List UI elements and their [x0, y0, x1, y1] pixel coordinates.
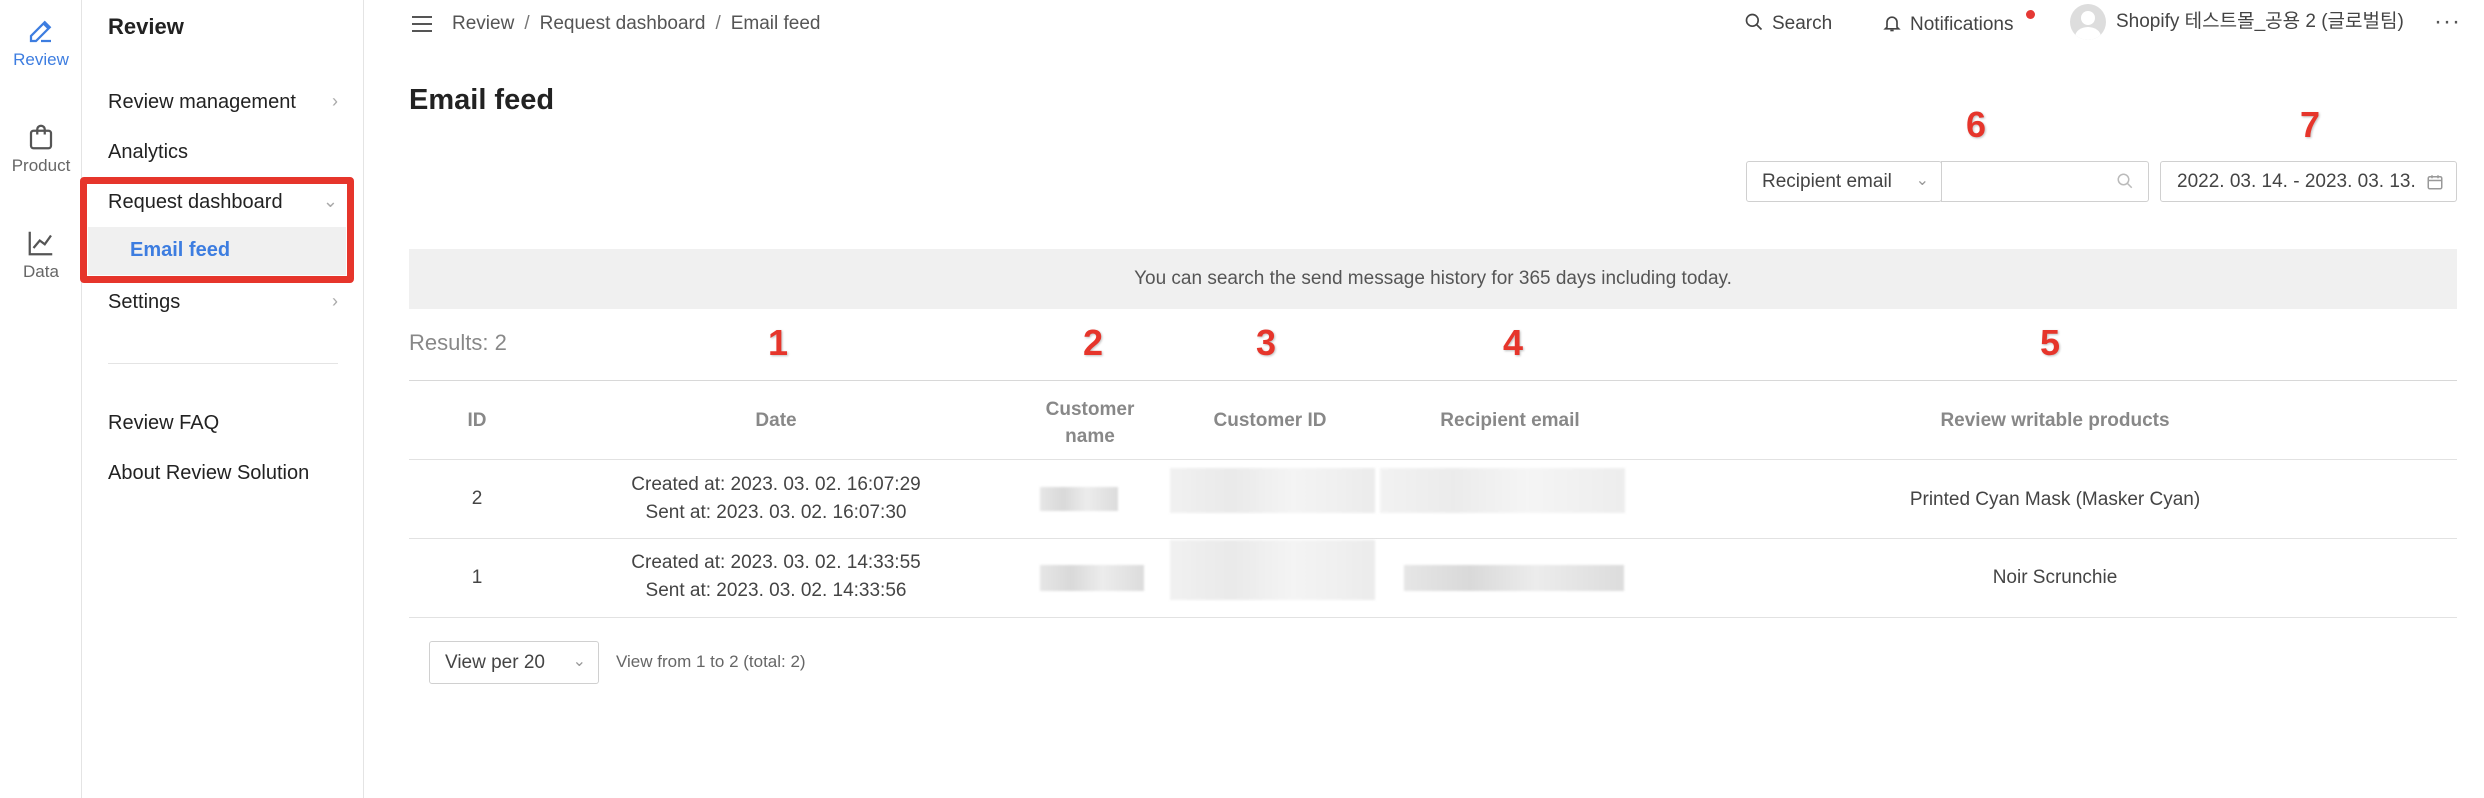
row-divider: [409, 617, 2457, 618]
cell-id: 2: [471, 488, 483, 509]
results-count: Results: 2: [409, 330, 507, 355]
per-page-select[interactable]: View per 20 ⌄: [429, 641, 599, 684]
sidebar-item-review-faq[interactable]: Review FAQ: [108, 412, 338, 435]
sidebar-item-label: About Review Solution: [108, 462, 310, 484]
column-header-products: Review writable products: [1940, 410, 2170, 431]
sidebar-item-settings[interactable]: Settings ›: [108, 291, 338, 314]
annotation-1: 1: [768, 322, 789, 363]
annotation-4: 4: [1503, 322, 1524, 363]
sidebar-item-label: Review management: [108, 91, 296, 113]
sidebar-item-label: Settings: [108, 291, 181, 313]
more-icon[interactable]: ···: [2434, 8, 2461, 36]
sidebar-item-about[interactable]: About Review Solution: [108, 462, 338, 485]
notifications-label: Notifications: [1910, 14, 2014, 35]
column-header-id: ID: [467, 410, 487, 431]
search-button[interactable]: Search: [1744, 12, 1832, 35]
row-divider: [409, 538, 2457, 539]
chevron-down-icon: ⌄: [1915, 172, 1929, 189]
chevron-right-icon: ›: [332, 91, 338, 111]
notifications-button[interactable]: Notifications: [1882, 12, 2014, 36]
info-banner: You can search the send message history …: [409, 249, 2457, 309]
search-label: Search: [1772, 13, 1833, 34]
highlight-box: [80, 177, 354, 283]
column-header-customer-id: Customer ID: [1213, 410, 1327, 431]
column-header-recipient-email: Recipient email: [1440, 410, 1580, 431]
cell-date: Created at: 2023. 03. 02. 14:33:55 Sent …: [576, 549, 976, 605]
sidebar-item-label: Analytics: [108, 141, 189, 163]
rail-item-product[interactable]: Product: [0, 122, 82, 176]
icon-rail: Review Product Data: [0, 0, 82, 798]
redacted-customer-name: [1040, 487, 1118, 511]
cell-sent-at: Sent at: 2023. 03. 02. 14:33:56: [645, 580, 907, 601]
table-header-divider: [409, 459, 2457, 460]
cell-id: 1: [471, 567, 483, 588]
cell-created-at: Created at: 2023. 03. 02. 16:07:29: [631, 474, 921, 495]
redacted-customer-id: [1170, 468, 1375, 513]
rail-item-data[interactable]: Data: [0, 228, 82, 282]
search-icon: [1745, 13, 1763, 31]
breadcrumb-item[interactable]: Review: [452, 13, 514, 34]
pagination-range: View from 1 to 2 (total: 2): [616, 652, 806, 671]
annotation-6: 6: [1966, 104, 1987, 145]
annotation-3: 3: [1256, 322, 1277, 363]
breadcrumb-item[interactable]: Request dashboard: [540, 13, 706, 34]
column-header-customer-name-line1: Customer: [1045, 399, 1135, 420]
avatar: [2070, 4, 2106, 40]
chevron-down-icon: ⌄: [572, 653, 586, 670]
redacted-customer-name: [1040, 565, 1144, 591]
per-page-label: View per 20: [445, 652, 545, 673]
annotation-7: 7: [2300, 104, 2321, 145]
page-title: Email feed: [409, 84, 555, 116]
bag-icon: [29, 124, 53, 150]
sidebar-item-label: Review FAQ: [108, 412, 220, 434]
redacted-recipient-email: [1380, 468, 1625, 513]
search-icon: [2117, 173, 2133, 189]
annotation-5: 5: [2040, 322, 2061, 363]
sidebar: Review Review management › Analytics Req…: [82, 0, 364, 798]
filter-field-label: Recipient email: [1762, 171, 1892, 192]
chart-line-icon: [28, 231, 53, 256]
date-range-value: 2022. 03. 14. - 2023. 03. 13.: [2177, 171, 2416, 192]
filter-field-select[interactable]: Recipient email ⌄: [1746, 161, 1942, 202]
breadcrumb: Review / Request dashboard / Email feed: [452, 13, 821, 34]
user-label: Shopify 테스트몰_공용 2 (글로벌팀): [2116, 11, 2404, 33]
annotation-2: 2: [1083, 322, 1104, 363]
rail-label-review: Review: [13, 50, 69, 69]
redacted-recipient-email: [1404, 565, 1624, 591]
topbar: Review / Request dashboard / Email feed Sear…: [364, 0, 2484, 48]
cell-product: Noir Scrunchie: [1992, 567, 2118, 588]
cell-date: Created at: 2023. 03. 02. 16:07:29 Sent …: [576, 471, 976, 527]
date-range-picker[interactable]: 2022. 03. 14. - 2023. 03. 13.: [2160, 161, 2457, 202]
column-header-customer-name-line2: name: [1065, 426, 1115, 447]
rail-label-data: Data: [23, 262, 59, 281]
sidebar-divider: [108, 363, 338, 364]
sidebar-item-review-management[interactable]: Review management ›: [108, 91, 338, 114]
rail-label-product: Product: [11, 156, 71, 175]
table-top-border: [409, 380, 2457, 381]
cell-sent-at: Sent at: 2023. 03. 02. 16:07:30: [645, 502, 907, 523]
bell-icon: [1883, 16, 1901, 32]
cell-created-at: Created at: 2023. 03. 02. 14:33:55: [631, 552, 921, 573]
sidebar-title: Review: [108, 14, 184, 39]
column-header-customer-name: Customer name: [1030, 396, 1150, 450]
cell-product: Printed Cyan Mask (Masker Cyan): [1909, 489, 2201, 510]
breadcrumb-item: Email feed: [730, 13, 821, 34]
notification-dot: [2026, 10, 2035, 19]
user-menu[interactable]: Shopify 테스트몰_공용 2 (글로벌팀): [2070, 4, 2404, 40]
rail-item-review[interactable]: Review: [0, 16, 82, 70]
edit-icon: [29, 20, 52, 43]
redacted-customer-id: [1170, 540, 1375, 600]
sidebar-item-analytics[interactable]: Analytics: [108, 141, 338, 164]
menu-icon[interactable]: [410, 14, 434, 39]
calendar-icon: [2427, 175, 2443, 190]
column-header-date: Date: [755, 410, 797, 431]
chevron-right-icon: ›: [332, 291, 338, 311]
